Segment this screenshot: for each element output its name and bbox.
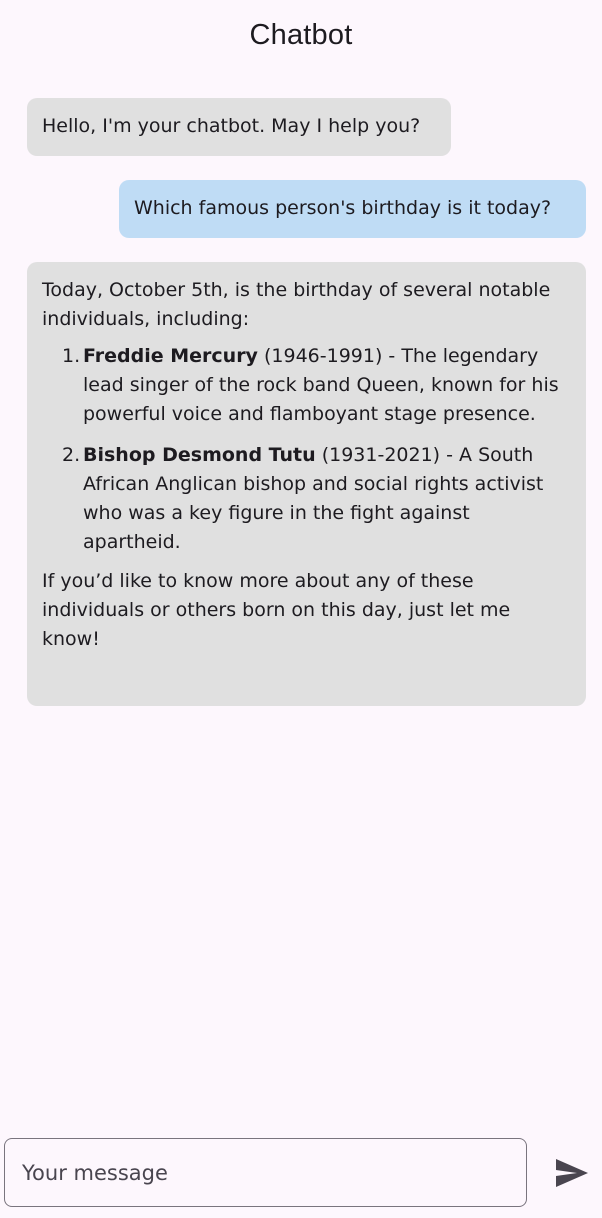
person-name: Freddie Mercury — [83, 345, 258, 367]
message-text: Hello, I'm your chatbot. May I help you? — [42, 115, 421, 137]
chat-screen: Chatbot Hello, I'm your chatbot. May I h… — [0, 0, 602, 1218]
list-item-number: 2. — [62, 444, 81, 466]
send-icon — [556, 1159, 588, 1187]
message-input[interactable] — [4, 1138, 527, 1207]
send-button[interactable] — [549, 1154, 595, 1192]
list-item: 1. Freddie Mercury (1946-1991) - The leg… — [42, 342, 571, 429]
message-intro-text: Today, October 5th, is the birthday of s… — [42, 279, 551, 330]
bot-message-bubble: Hello, I'm your chatbot. May I help you? — [27, 98, 451, 156]
user-message-bubble: Which famous person's birthday is it tod… — [119, 180, 586, 238]
list-item: 2. Bishop Desmond Tutu (1931-2021) - A S… — [42, 441, 571, 557]
list-item-number: 1. — [62, 345, 81, 367]
app-bar: Chatbot — [0, 0, 602, 70]
message-outro-text: If you’d like to know more about any of … — [42, 570, 511, 650]
message-text: Which famous person's birthday is it tod… — [134, 197, 552, 219]
person-name: Bishop Desmond Tutu — [83, 444, 316, 466]
message-composer — [0, 1126, 602, 1218]
birthday-list: 1. Freddie Mercury (1946-1991) - The leg… — [42, 342, 571, 557]
bot-message-bubble: Today, October 5th, is the birthday of s… — [27, 262, 586, 706]
page-title: Chatbot — [249, 18, 353, 51]
